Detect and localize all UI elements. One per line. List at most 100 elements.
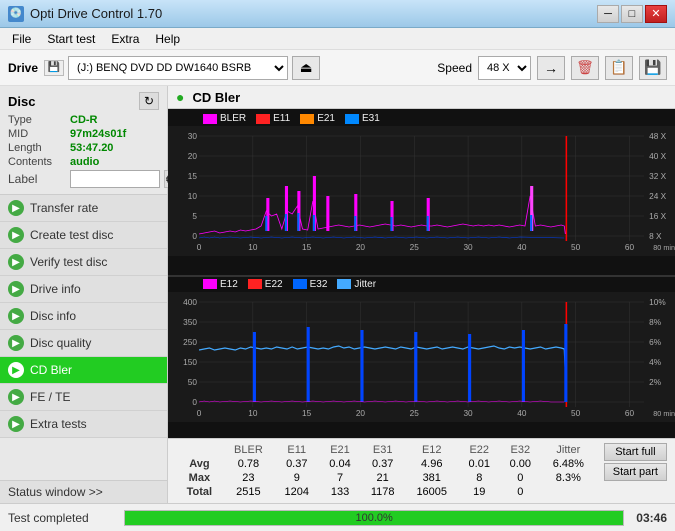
stats-total-jitter (541, 485, 596, 499)
top-chart-container: BLER E11 E21 E31 (168, 109, 675, 275)
stats-max-e12: 381 (405, 471, 459, 485)
create-test-disc-icon: ▶ (8, 227, 24, 243)
svg-text:20: 20 (188, 152, 198, 161)
stats-total-e11: 1204 (274, 485, 319, 499)
app-title: Opti Drive Control 1.70 (30, 6, 162, 21)
save-button[interactable]: 💾 (639, 56, 667, 80)
eject-button[interactable]: ⏏ (292, 56, 320, 80)
stats-total-e12: 16005 (405, 485, 459, 499)
svg-text:48 X: 48 X (649, 132, 667, 141)
sidebar-item-cd-bler[interactable]: ▶ CD Bler (0, 357, 167, 384)
bottom-chart-svg: 0 50 150 250 350 400 0 10 15 20 25 30 40… (168, 292, 675, 422)
svg-text:60: 60 (625, 243, 635, 252)
copy-button[interactable]: 📋 (605, 56, 633, 80)
svg-text:50: 50 (571, 409, 581, 418)
transfer-rate-icon: ▶ (8, 200, 24, 216)
disc-panel: Disc ↻ Type CD-R MID 97m24s01f Length 53… (0, 86, 167, 195)
stats-max-e22: 8 (459, 471, 500, 485)
speed-select[interactable]: 48 X 8 X 16 X 24 X 32 X 40 X (478, 56, 531, 80)
svg-text:0: 0 (197, 243, 202, 252)
svg-text:50: 50 (571, 243, 581, 252)
speed-label: Speed (437, 61, 472, 75)
verify-test-disc-icon: ▶ (8, 254, 24, 270)
svg-text:400: 400 (183, 298, 197, 307)
stats-col-e21: E21 (319, 443, 360, 457)
svg-text:50: 50 (188, 378, 198, 387)
status-window-button[interactable]: Status window >> (0, 480, 167, 503)
speed-arrow-button[interactable]: → (537, 56, 565, 80)
sidebar-item-verify-test-disc[interactable]: ▶ Verify test disc (0, 249, 167, 276)
menu-extra[interactable]: Extra (103, 30, 147, 48)
legend-jitter: Jitter (337, 279, 376, 290)
drive-info-icon: ▶ (8, 281, 24, 297)
svg-text:0: 0 (192, 232, 197, 241)
sidebar-item-create-test-disc[interactable]: ▶ Create test disc (0, 222, 167, 249)
svg-text:40 X: 40 X (649, 152, 667, 161)
top-chart-svg: 0 5 10 15 20 30 0 10 15 20 25 30 40 50 6… (168, 126, 675, 256)
sidebar-item-transfer-rate[interactable]: ▶ Transfer rate (0, 195, 167, 222)
start-part-button[interactable]: Start part (604, 463, 667, 481)
cd-bler-icon: ▶ (8, 362, 24, 378)
svg-text:40: 40 (517, 243, 527, 252)
stats-col-e11: E11 (274, 443, 319, 457)
menu-start-test[interactable]: Start test (39, 30, 103, 48)
disc-length-key: Length (8, 142, 66, 154)
stats-col-e32: E32 (500, 443, 541, 457)
legend-e22: E22 (248, 279, 283, 290)
sidebar-item-fe-te[interactable]: ▶ FE / TE (0, 384, 167, 411)
disc-quality-icon: ▶ (8, 335, 24, 351)
drive-select[interactable]: (J:) BENQ DVD DD DW1640 BSRB (68, 56, 288, 80)
stats-row-total: Total 2515 1204 133 1178 16005 19 0 (176, 485, 596, 499)
stats-max-bler: 23 (223, 471, 274, 485)
svg-text:15: 15 (302, 243, 312, 252)
legend-bler: BLER (203, 113, 246, 124)
minimize-button[interactable]: ─ (597, 5, 619, 23)
stats-avg-e11: 0.37 (274, 457, 319, 471)
svg-text:20: 20 (356, 409, 366, 418)
chart-header: ● CD Bler (168, 86, 675, 109)
maximize-button[interactable]: □ (621, 5, 643, 23)
svg-text:60: 60 (625, 409, 635, 418)
toolbar: Drive 💾 (J:) BENQ DVD DD DW1640 BSRB ⏏ S… (0, 50, 675, 86)
start-full-button[interactable]: Start full (604, 443, 667, 461)
drive-icon: 💾 (44, 60, 64, 76)
sidebar-item-disc-quality[interactable]: ▶ Disc quality (0, 330, 167, 357)
svg-text:0: 0 (197, 409, 202, 418)
close-button[interactable]: ✕ (645, 5, 667, 23)
sidebar-item-disc-info[interactable]: ▶ Disc info (0, 303, 167, 330)
stats-avg-jitter: 6.48% (541, 457, 596, 471)
stats-total-bler: 2515 (223, 485, 274, 499)
svg-text:2%: 2% (649, 378, 661, 387)
stats-avg-e12: 4.96 (405, 457, 459, 471)
svg-text:25: 25 (410, 243, 420, 252)
stats-total-e21: 133 (319, 485, 360, 499)
charts-area: BLER E11 E21 E31 (168, 109, 675, 438)
disc-refresh-button[interactable]: ↻ (139, 92, 159, 110)
stats-avg-e31: 0.37 (361, 457, 405, 471)
stats-avg-e22: 0.01 (459, 457, 500, 471)
legend-e11: E11 (256, 113, 290, 124)
disc-contents-value: audio (70, 156, 99, 168)
extra-tests-icon: ▶ (8, 416, 24, 432)
svg-text:30: 30 (463, 243, 473, 252)
erase-button[interactable]: 🗑 (571, 56, 599, 80)
stats-total-e32: 0 (500, 485, 541, 499)
menu-help[interactable]: Help (147, 30, 188, 48)
sidebar-item-drive-info[interactable]: ▶ Drive info (0, 276, 167, 303)
svg-text:10: 10 (248, 409, 258, 418)
menu-file[interactable]: File (4, 30, 39, 48)
svg-text:30: 30 (188, 132, 198, 141)
main-content: ● CD Bler BLER E11 (168, 86, 675, 503)
svg-text:10%: 10% (649, 298, 666, 307)
svg-text:0: 0 (192, 398, 197, 407)
stats-avg-e21: 0.04 (319, 457, 360, 471)
stats-total-e31: 1178 (361, 485, 405, 499)
status-time: 03:46 (628, 511, 675, 525)
sidebar-item-extra-tests[interactable]: ▶ Extra tests (0, 411, 167, 438)
svg-text:80 min: 80 min (653, 244, 675, 252)
disc-title: Disc (8, 94, 35, 109)
progress-label: 100.0% (125, 511, 623, 525)
svg-text:10: 10 (188, 192, 198, 201)
svg-text:10: 10 (248, 243, 258, 252)
disc-label-input[interactable] (70, 170, 160, 188)
